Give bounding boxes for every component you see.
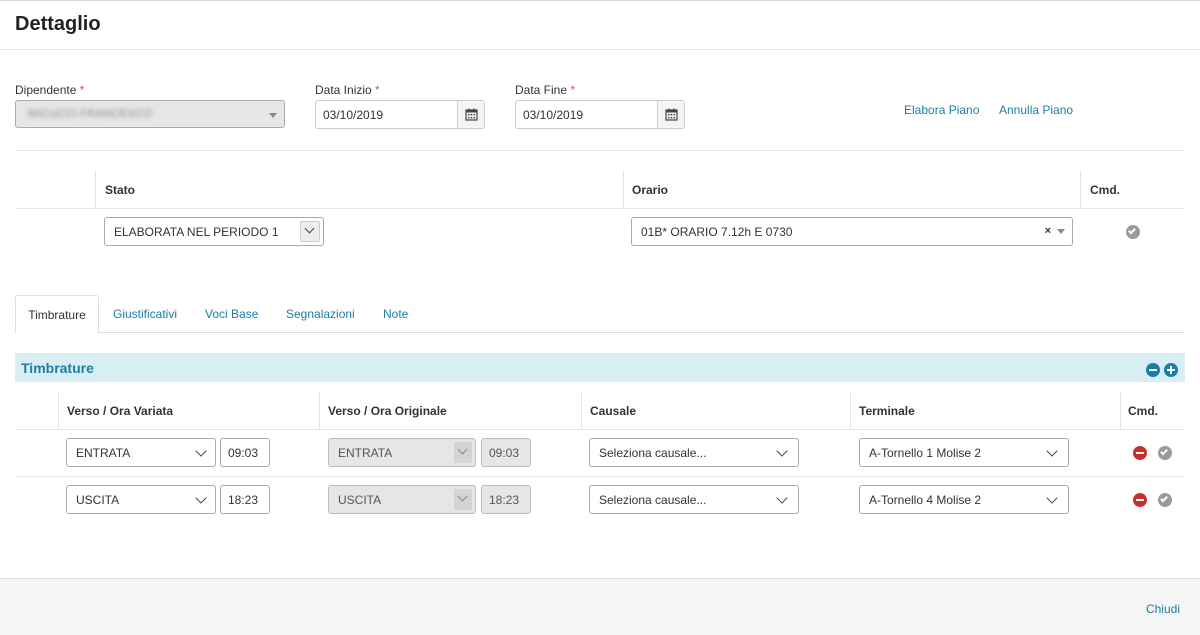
tab-timbrature[interactable]: Timbrature [15,295,99,334]
data-fine-label: Data Fine * [515,83,576,97]
causale-select[interactable]: Seleziona causale... [589,485,799,514]
terminale-select[interactable]: A-Tornello 4 Molise 2 [859,485,1069,514]
modal-header: Dettaglio [0,0,1200,50]
annulla-piano-link[interactable]: Annulla Piano [999,103,1073,117]
confirm-check-icon[interactable] [1158,493,1172,507]
dipendente-label: Dipendente * [15,83,85,97]
col-header-verso-originale: Verso / Ora Originale [328,404,447,418]
row-divider [15,476,1185,477]
caret-down-icon [269,113,277,118]
calendar-icon[interactable] [457,101,484,128]
column-divider [581,392,582,430]
modal-footer: Chiudi [0,578,1200,635]
column-divider [850,392,851,430]
page-title: Dettaglio [15,13,101,35]
stato-select[interactable]: ELABORATA NEL PERIODO 1 [104,217,324,246]
chevron-down-icon [195,445,207,457]
calendar-icon[interactable] [657,101,684,128]
column-divider [1080,171,1081,209]
col-header-cmd: Cmd. [1128,404,1158,418]
chevron-down-icon [776,492,788,504]
chevron-down-icon [1046,492,1058,504]
verso-variata-select[interactable]: USCITA [66,485,216,514]
data-inizio-label: Data Inizio * [315,83,380,97]
dipendente-value: MICUCCI FRANCESCO [28,108,153,120]
add-plus-icon[interactable] [1164,363,1178,377]
table-header-divider [15,429,1185,430]
timbrature-section-header: Timbrature [15,353,1185,382]
col-header-verso-variata: Verso / Ora Variata [67,404,174,418]
column-divider [319,392,320,430]
remove-minus-icon[interactable] [1133,493,1147,507]
divider [15,150,1185,151]
col-header-terminale: Terminale [859,404,915,418]
ora-variata-input[interactable]: 09:03 [220,438,270,467]
data-inizio-field[interactable]: 03/10/2019 [315,100,485,129]
chevron-down-icon [454,489,472,510]
column-divider [623,171,624,209]
column-divider [58,392,59,430]
section-title: Timbrature [21,360,94,376]
clear-icon[interactable]: × [1045,225,1051,237]
col-header-orario: Orario [632,183,669,197]
chevron-down-icon [454,442,472,463]
verso-originale-select: ENTRATA [328,438,476,467]
confirm-check-icon[interactable] [1158,446,1172,460]
ora-originale-input: 18:23 [481,485,531,514]
tab-note[interactable]: Note [383,295,408,333]
tab-voci-base[interactable]: Voci Base [205,295,258,333]
chevron-down-icon [300,221,320,242]
collapse-minus-icon[interactable] [1146,363,1160,377]
confirm-check-icon[interactable] [1126,225,1140,239]
tab-giustificativi[interactable]: Giustificativi [113,295,177,333]
col-header-stato: Stato [105,183,135,197]
close-link[interactable]: Chiudi [1146,602,1180,616]
orario-select[interactable]: 01B* ORARIO 7.12h E 0730 × [631,217,1073,246]
col-header-cmd: Cmd. [1090,183,1120,197]
caret-down-icon [1057,229,1065,234]
column-divider [1120,392,1121,430]
chevron-down-icon [195,492,207,504]
verso-variata-select[interactable]: ENTRATA [66,438,216,467]
table-header-divider [15,208,1185,209]
chevron-down-icon [776,445,788,457]
verso-originale-select: USCITA [328,485,476,514]
tab-segnalazioni[interactable]: Segnalazioni [286,295,355,333]
tab-bar: Timbrature Giustificativi Voci Base Segn… [15,295,1185,334]
ora-originale-input: 09:03 [481,438,531,467]
col-header-causale: Causale [590,404,637,418]
terminale-select[interactable]: A-Tornello 1 Molise 2 [859,438,1069,467]
elabora-piano-link[interactable]: Elabora Piano [904,103,979,117]
ora-variata-input[interactable]: 18:23 [220,485,270,514]
causale-select[interactable]: Seleziona causale... [589,438,799,467]
chevron-down-icon [1046,445,1058,457]
remove-minus-icon[interactable] [1133,446,1147,460]
data-fine-field[interactable]: 03/10/2019 [515,100,685,129]
dipendente-select[interactable]: MICUCCI FRANCESCO [15,100,285,128]
column-divider [95,171,96,209]
